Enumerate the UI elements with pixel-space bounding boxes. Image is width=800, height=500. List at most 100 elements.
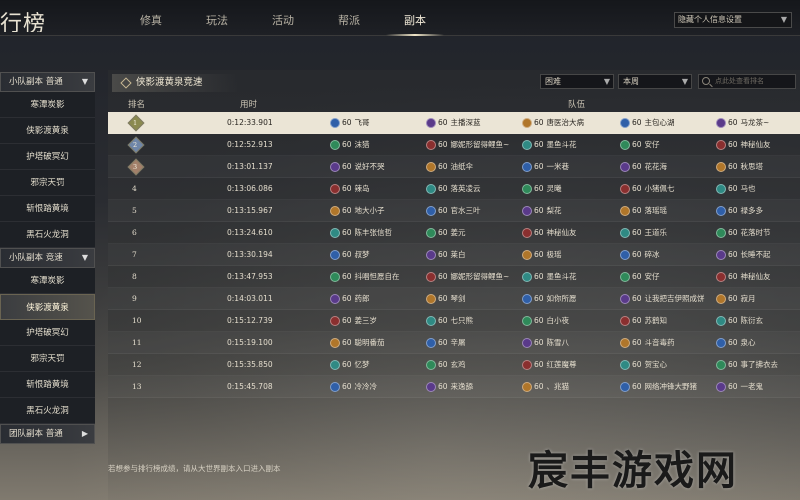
team-member[interactable]: 60 唐医治大病 xyxy=(522,112,584,134)
table-row[interactable]: 10 0:15:12.739 60 姜三岁 60 七只熊 60 白小夜 60 苏鹤知 60 陈衍玄 xyxy=(108,310,800,332)
team-member[interactable]: 60 地大小子 xyxy=(330,200,385,222)
team-member[interactable]: 60 马龙茶~ xyxy=(716,112,769,134)
team-member[interactable]: 60 姜元 xyxy=(426,222,466,244)
team-member[interactable]: 60 红莲魔尊 xyxy=(522,354,577,376)
team-member[interactable]: 60 一米巷 xyxy=(522,156,569,178)
table-row[interactable]: 13 0:15:45.708 60 冷冷冷 60 来逸舔 60 、兆猫 60 网络冲锋大野猪 60 一… xyxy=(108,376,800,398)
team-member[interactable]: 60 秋思塔 xyxy=(716,156,763,178)
team-member[interactable]: 60 冷冷冷 xyxy=(330,376,377,398)
team-member[interactable]: 60 忆梦 xyxy=(330,354,370,376)
table-row[interactable]: 2 0:12:52.913 60 沫猎 60 娜妮形留得鲤鱼~ 60 墨鱼斗花 60 安仔 60 神秘… xyxy=(108,134,800,156)
sidebar-item[interactable]: 寒潭炭影 xyxy=(0,92,95,118)
table-row[interactable]: 5 0:13:15.967 60 地大小子 60 官水三叶 60 梨花 60 落瑶瑶 60 禄多多 xyxy=(108,200,800,222)
team-member[interactable]: 60 药郎 xyxy=(330,288,370,310)
sidebar-item[interactable]: 斩恨踏黄境 xyxy=(0,372,95,398)
sidebar-item[interactable]: 侠影渡黄泉 xyxy=(0,118,95,144)
sidebar-group-raid-normal[interactable]: 团队副本 普通 ▶ xyxy=(0,424,95,444)
team-member[interactable]: 60 娜妮形留得鲤鱼~ xyxy=(426,266,509,288)
team-member[interactable]: 60 沫猎 xyxy=(330,134,370,156)
difficulty-select[interactable]: 困难 ▼ xyxy=(540,74,614,89)
sidebar-item[interactable]: 护塔破冥幻 xyxy=(0,144,95,170)
team-member[interactable]: 60 墨鱼斗花 xyxy=(522,134,577,156)
team-member[interactable]: 60 王道乐 xyxy=(620,222,667,244)
team-member[interactable]: 60 小猪佩七 xyxy=(620,178,675,200)
team-member[interactable]: 60 灵曦 xyxy=(522,178,562,200)
sidebar-item[interactable]: 黑石火龙洞 xyxy=(0,398,95,424)
team-member[interactable]: 60 叔梦 xyxy=(330,244,370,266)
team-member[interactable]: 60 网络冲锋大野猪 xyxy=(620,376,697,398)
sidebar-item[interactable]: 邪宗天罚 xyxy=(0,346,95,372)
team-member[interactable]: 60 墨鱼斗花 xyxy=(522,266,577,288)
team-member[interactable]: 60 油纸伞 xyxy=(426,156,473,178)
team-member[interactable]: 60 七只熊 xyxy=(426,310,473,332)
team-member[interactable]: 60 梨花 xyxy=(522,200,562,222)
team-member[interactable]: 60 碎冰 xyxy=(620,244,660,266)
sidebar-item[interactable]: 寒潭炭影 xyxy=(0,268,95,294)
team-member[interactable]: 60 泉心 xyxy=(716,332,756,354)
table-row[interactable]: 8 0:13:47.953 60 抖唱怛愿自在 60 娜妮形留得鲤鱼~ 60 墨鱼斗花 60 安仔… xyxy=(108,266,800,288)
team-member[interactable]: 60 斗音毒药 xyxy=(620,332,675,354)
tab-dungeon[interactable]: 副本 xyxy=(382,0,448,36)
table-row[interactable]: 4 0:13:06.086 60 辣岛 60 落英凌云 60 灵曦 60 小猪佩七 60 马也 xyxy=(108,178,800,200)
period-select[interactable]: 本周 ▼ xyxy=(618,74,692,89)
table-row[interactable]: 7 0:13:30.194 60 叔梦 60 莱白 60 极瑶 60 碎冰 60 长睡不起 xyxy=(108,244,800,266)
team-member[interactable]: 60 落英凌云 xyxy=(426,178,481,200)
team-member[interactable]: 60 长睡不起 xyxy=(716,244,771,266)
team-member[interactable]: 60 花花海 xyxy=(620,156,667,178)
tab-events[interactable]: 活动 xyxy=(250,0,316,36)
team-member[interactable]: 60 、兆猫 xyxy=(522,376,569,398)
team-member[interactable]: 60 神秘仙友 xyxy=(716,134,771,156)
team-member[interactable]: 60 一老鬼 xyxy=(716,376,763,398)
table-row[interactable]: 12 0:15:35.850 60 忆梦 60 玄鸡 60 红莲魔尊 60 贺宝心 60 事了拂衣去 xyxy=(108,354,800,376)
team-member[interactable]: 60 来逸舔 xyxy=(426,376,473,398)
team-member[interactable]: 60 陈丰张信哲 xyxy=(330,222,392,244)
team-member[interactable]: 60 落瑶瑶 xyxy=(620,200,667,222)
team-member[interactable]: 60 辛屠 xyxy=(426,332,466,354)
table-row[interactable]: 3 0:13:01.137 60 说好不哭 60 油纸伞 60 一米巷 60 花花海 60 秋思塔 xyxy=(108,156,800,178)
sidebar-item-active[interactable]: 侠影渡黄泉 xyxy=(0,294,95,320)
table-row[interactable]: 9 0:14:03.011 60 药郎 60 琴剑 60 如你所愿 60 让我把吉伊照成饼 60 寂月 xyxy=(108,288,800,310)
table-row[interactable]: 6 0:13:24.610 60 陈丰张信哲 60 姜元 60 神秘仙友 60 王道乐 60 花落时节 xyxy=(108,222,800,244)
team-member[interactable]: 60 娜妮形留得鲤鱼~ xyxy=(426,134,509,156)
team-member[interactable]: 60 马也 xyxy=(716,178,756,200)
team-member[interactable]: 60 莱白 xyxy=(426,244,466,266)
team-member[interactable]: 60 琴剑 xyxy=(426,288,466,310)
team-member[interactable]: 60 安仔 xyxy=(620,134,660,156)
sidebar-group-team-speedrun[interactable]: 小队副本 竞速 ▼ xyxy=(0,248,95,268)
team-member[interactable]: 60 贺宝心 xyxy=(620,354,667,376)
team-member[interactable]: 60 白小夜 xyxy=(522,310,569,332)
sidebar-item[interactable]: 邪宗天罚 xyxy=(0,170,95,196)
tab-gameplay[interactable]: 玩法 xyxy=(184,0,250,36)
team-member[interactable]: 60 事了拂衣去 xyxy=(716,354,778,376)
tab-guild[interactable]: 帮派 xyxy=(316,0,382,36)
team-member[interactable]: 60 寂月 xyxy=(716,288,756,310)
team-member[interactable]: 60 聪明番茄 xyxy=(330,332,385,354)
team-member[interactable]: 60 飞哥 xyxy=(330,112,370,134)
team-member[interactable]: 60 花落时节 xyxy=(716,222,771,244)
table-row[interactable]: 11 0:15:19.100 60 聪明番茄 60 辛屠 60 陈雪八 60 斗音毒药 60 泉心 xyxy=(108,332,800,354)
team-member[interactable]: 60 主播深蓝 xyxy=(426,112,481,134)
team-member[interactable]: 60 如你所愿 xyxy=(522,288,577,310)
team-member[interactable]: 60 陈衍玄 xyxy=(716,310,763,332)
team-member[interactable]: 60 玄鸡 xyxy=(426,354,466,376)
sidebar-item[interactable]: 护塔破冥幻 xyxy=(0,320,95,346)
team-member[interactable]: 60 安仔 xyxy=(620,266,660,288)
team-member[interactable]: 60 极瑶 xyxy=(522,244,562,266)
team-member[interactable]: 60 官水三叶 xyxy=(426,200,481,222)
team-member[interactable]: 60 说好不哭 xyxy=(330,156,385,178)
tab-cultivation[interactable]: 修真 xyxy=(118,0,184,36)
table-row[interactable]: 1 0:12:33.901 60 飞哥 60 主播深蓝 60 唐医治大病 60 主包心湖 60 马龙茶… xyxy=(108,112,800,134)
privacy-setting-select[interactable]: 隐藏个人信息设置 ▼ xyxy=(674,12,792,28)
team-member[interactable]: 60 让我把吉伊照成饼 xyxy=(620,288,705,310)
sidebar-item[interactable]: 黑石火龙洞 xyxy=(0,222,95,248)
sidebar-group-team-normal[interactable]: 小队副本 普通 ▼ xyxy=(0,72,95,92)
team-member[interactable]: 60 姜三岁 xyxy=(330,310,377,332)
search-input[interactable]: 点此处查看排名 xyxy=(698,74,796,89)
team-member[interactable]: 60 辣岛 xyxy=(330,178,370,200)
team-member[interactable]: 60 神秘仙友 xyxy=(522,222,577,244)
team-member[interactable]: 60 苏鹤知 xyxy=(620,310,667,332)
team-member[interactable]: 60 主包心湖 xyxy=(620,112,675,134)
sidebar-item[interactable]: 斩恨踏黄境 xyxy=(0,196,95,222)
team-member[interactable]: 60 陈雪八 xyxy=(522,332,569,354)
team-member[interactable]: 60 抖唱怛愿自在 xyxy=(330,266,400,288)
